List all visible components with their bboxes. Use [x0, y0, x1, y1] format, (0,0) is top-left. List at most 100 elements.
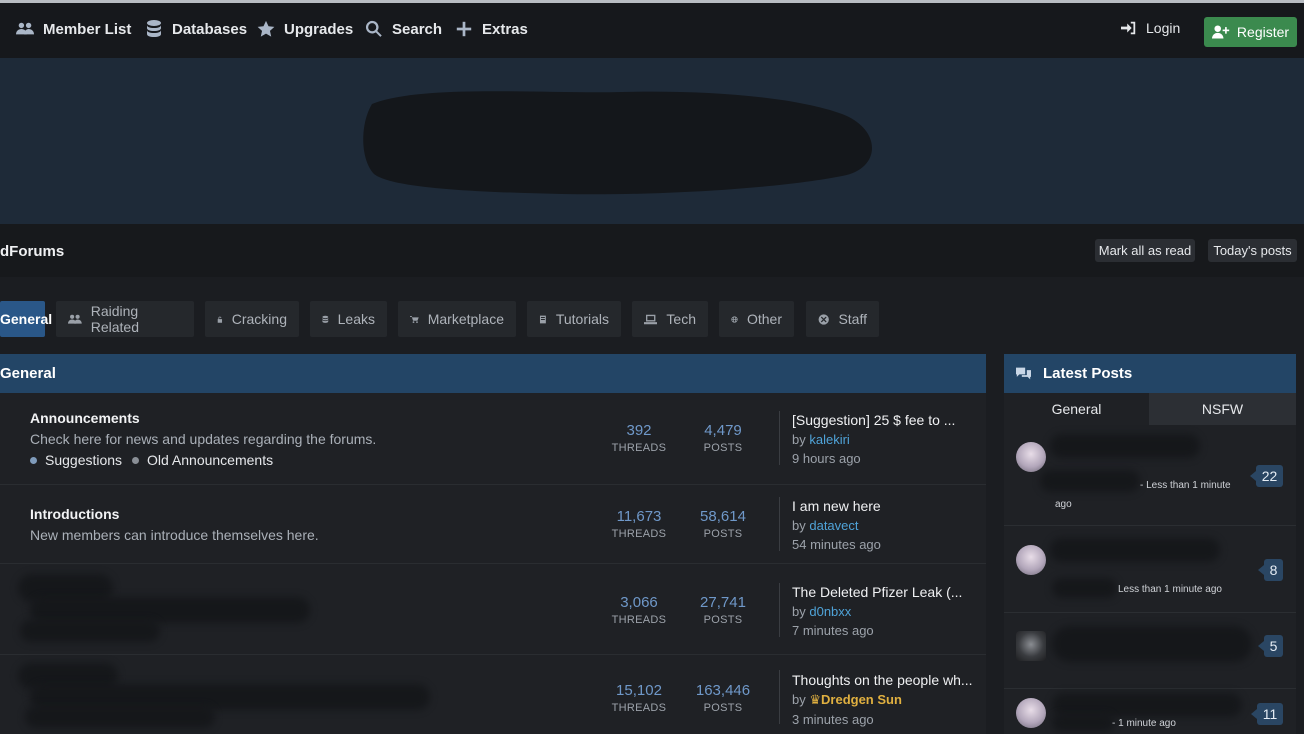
divider [779, 497, 780, 551]
threads-count: 3,066 THREADS [611, 594, 667, 626]
last-post-author[interactable]: d0nbxx [809, 604, 851, 619]
login-link[interactable]: Login [1121, 20, 1180, 36]
tab-marketplace[interactable]: Marketplace [398, 301, 516, 337]
globe-icon [731, 315, 738, 323]
nav-databases-label: Databases [172, 20, 248, 38]
cart-icon [410, 315, 419, 323]
tab-general-label: General [0, 311, 53, 327]
crown-icon: ♛ [809, 692, 822, 707]
threads-count: 15,102 THREADS [611, 682, 667, 714]
avatar [1016, 442, 1046, 472]
nav-upgrades[interactable]: Upgrades [257, 20, 353, 38]
tab-staff-label: Staff [838, 311, 867, 327]
users-icon [68, 314, 82, 324]
forum-description: Check here for news and updates regardin… [30, 431, 377, 447]
reply-count-badge: 8 [1258, 559, 1283, 581]
lock-icon [217, 316, 223, 323]
last-post: [Suggestion] 25 $ fee to ... by kalekiri… [792, 412, 956, 466]
last-post-title[interactable]: I am new here [792, 498, 881, 514]
redacted-subforum [20, 620, 160, 642]
post-time-suffix: ago [1055, 499, 1072, 510]
nav-member-list[interactable]: Member List [16, 20, 131, 38]
divider [779, 411, 780, 465]
section-title: General [0, 365, 56, 382]
tab-tutorials[interactable]: Tutorials [527, 301, 621, 337]
book-icon [539, 315, 546, 323]
forum-description: New members can introduce themselves her… [30, 527, 319, 543]
redacted-thread-title [1050, 434, 1200, 458]
redacted-thread-title [1052, 626, 1252, 662]
forum-title[interactable]: Announcements [30, 410, 140, 426]
last-post-time: 54 minutes ago [792, 537, 881, 552]
subforum-suggestions[interactable]: Suggestions [30, 452, 122, 468]
nav-search[interactable]: Search [365, 20, 442, 38]
redacted-author [1052, 578, 1117, 598]
tab-tutorials-label: Tutorials [555, 311, 609, 327]
last-post-title[interactable]: Thoughts on the people wh... [792, 672, 973, 688]
posts-count: 27,741 POSTS [700, 594, 746, 626]
circle-x-icon [818, 313, 829, 325]
posts-count: 4,479 POSTS [703, 422, 743, 454]
nav-extras-label: Extras [482, 20, 528, 38]
star-icon [257, 20, 275, 37]
last-post-title[interactable]: [Suggestion] 25 $ fee to ... [792, 412, 955, 428]
subforum-dot [30, 456, 37, 464]
posts-count: 163,446 POSTS [695, 682, 751, 714]
redacted-subforum [25, 706, 215, 728]
breadcrumb-title[interactable]: dForums [0, 243, 64, 260]
redacted-author [1052, 714, 1114, 732]
tab-other[interactable]: Other [719, 301, 794, 337]
sign-in-icon [1121, 21, 1136, 35]
tab-raiding-related[interactable]: Raiding Related [56, 301, 194, 337]
database-icon [147, 20, 161, 37]
post-time: - Less than 1 minute [1140, 480, 1231, 491]
tab-tech[interactable]: Tech [632, 301, 708, 337]
last-post-author[interactable]: Dredgen Sun [821, 692, 902, 707]
nav-databases[interactable]: Databases [145, 20, 247, 38]
divider [779, 583, 780, 637]
avatar [1016, 545, 1046, 575]
user-plus-icon [1211, 25, 1230, 39]
todays-posts-button[interactable]: Today's posts [1208, 239, 1297, 262]
tab-leaks-label: Leaks [337, 311, 375, 327]
tab-cracking-label: Cracking [231, 311, 287, 327]
tab-staff[interactable]: Staff [806, 301, 879, 337]
last-post-author[interactable]: kalekiri [809, 432, 849, 447]
tab-raiding-related-label: Raiding Related [90, 303, 139, 335]
post-time: Less than 1 minute ago [1118, 584, 1222, 595]
tab-other-label: Other [746, 311, 782, 327]
reply-count-badge: 11 [1251, 703, 1283, 725]
users-icon [16, 22, 34, 35]
redacted-author [1040, 470, 1140, 492]
last-post: The Deleted Pfizer Leak (... by d0nbxx 7… [792, 584, 963, 638]
tab-tech-label: Tech [666, 311, 696, 327]
login-label: Login [1146, 20, 1181, 36]
posts-count: 58,614 POSTS [700, 508, 746, 540]
subforum-old-announcements[interactable]: Old Announcements [132, 452, 273, 468]
tab-general[interactable]: General [0, 301, 52, 337]
register-label: Register [1236, 24, 1290, 40]
forum-title[interactable]: Introductions [30, 506, 119, 522]
last-post-author[interactable]: datavect [809, 518, 858, 533]
latest-tab-general[interactable]: General [1004, 393, 1149, 425]
laptop-icon [644, 314, 658, 324]
mark-all-read-button[interactable]: Mark all as read [1095, 239, 1195, 262]
redacted-logo [363, 91, 872, 195]
latest-posts-title: Latest Posts [1043, 365, 1133, 382]
tab-leaks[interactable]: Leaks [310, 301, 387, 337]
last-post: I am new here by datavect 54 minutes ago [792, 498, 881, 552]
nav-extras[interactable]: Extras [455, 20, 528, 38]
latest-tab-nsfw[interactable]: NSFW [1149, 393, 1296, 425]
section-header: General [0, 354, 986, 393]
comments-icon [1016, 367, 1031, 380]
nav-upgrades-label: Upgrades [284, 20, 354, 38]
subforum-dot [132, 456, 139, 464]
nav-search-label: Search [392, 20, 443, 38]
threads-count: 392 THREADS [611, 422, 667, 454]
plus-icon [456, 21, 472, 37]
tab-marketplace-label: Marketplace [427, 311, 504, 327]
last-post-title[interactable]: The Deleted Pfizer Leak (... [792, 584, 962, 600]
avatar [1016, 631, 1046, 661]
register-button[interactable]: Register [1204, 17, 1297, 47]
tab-cracking[interactable]: Cracking [205, 301, 299, 337]
